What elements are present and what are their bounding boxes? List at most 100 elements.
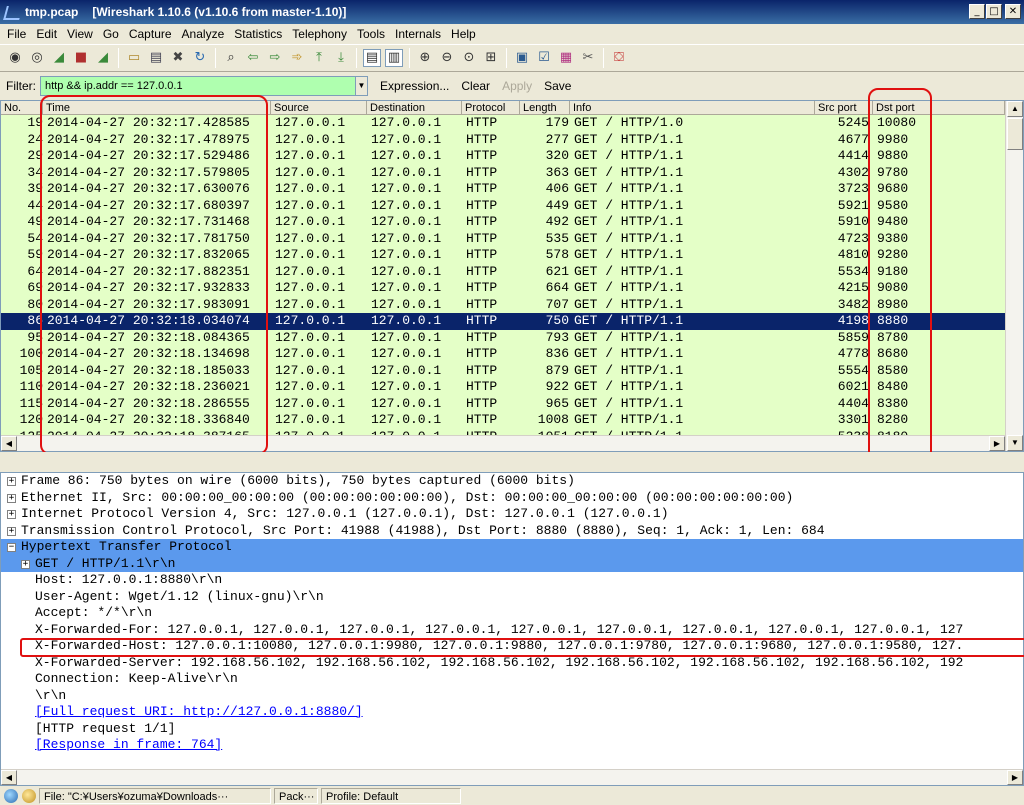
- detail-row[interactable]: + Frame 86: 750 bytes on wire (6000 bits)…: [1, 473, 1023, 490]
- scroll-down-arrow-icon[interactable]: ▼: [1007, 435, 1023, 451]
- zoom-normal-icon[interactable]: ⊙: [460, 49, 478, 67]
- save-icon[interactable]: ▤: [147, 49, 165, 67]
- zoom-in-icon[interactable]: ⊕: [416, 49, 434, 67]
- detail-link[interactable]: [Full request URI: http://127.0.0.1:8880…: [35, 704, 363, 721]
- menu-capture[interactable]: Capture: [124, 27, 177, 41]
- packet-list-hscrollbar[interactable]: ◀ ▶: [1, 435, 1005, 451]
- packet-row[interactable]: 86 2014-04-27 20:32:18.034074 127.0.0.1 127…: [1, 313, 1005, 330]
- packet-row[interactable]: 69 2014-04-27 20:32:17.932833 127.0.0.1 127…: [1, 280, 1005, 297]
- expert-info-icon[interactable]: [4, 788, 18, 803]
- detail-row[interactable]: Accept: */*\r\n: [1, 605, 1023, 622]
- collapse-icon[interactable]: −: [7, 543, 16, 552]
- minimize-button[interactable]: _: [969, 4, 985, 19]
- maximize-button[interactable]: □: [986, 4, 1002, 19]
- display-filters-icon[interactable]: ☑: [535, 49, 553, 67]
- menu-go[interactable]: Go: [98, 27, 124, 41]
- clear-button[interactable]: Clear: [455, 79, 496, 93]
- menu-internals[interactable]: Internals: [390, 27, 446, 41]
- pane-splitter[interactable]: [0, 452, 1024, 472]
- scroll-right-arrow-icon[interactable]: ▶: [1007, 770, 1023, 785]
- menu-view[interactable]: View: [62, 27, 98, 41]
- preferences-icon[interactable]: ✂: [579, 49, 597, 67]
- packet-row[interactable]: 29 2014-04-27 20:32:17.529486 127.0.0.1 127…: [1, 148, 1005, 165]
- packet-list-vscrollbar[interactable]: ▲ ▼: [1005, 101, 1023, 451]
- go-forward-icon[interactable]: ⇨: [266, 49, 284, 67]
- detail-row[interactable]: + GET / HTTP/1.1\r\n: [1, 555, 1023, 572]
- expression-button[interactable]: Expression...: [374, 79, 455, 93]
- colorize-icon[interactable]: ▤: [363, 49, 381, 67]
- coloring-rules-icon[interactable]: ▦: [557, 49, 575, 67]
- detail-row[interactable]: + Ethernet II, Src: 00:00:00_00:00:00 (00…: [1, 490, 1023, 507]
- go-last-icon[interactable]: ⤓: [332, 49, 350, 67]
- go-first-icon[interactable]: ⤒: [310, 49, 328, 67]
- packet-row[interactable]: 95 2014-04-27 20:32:18.084365 127.0.0.1 127…: [1, 329, 1005, 346]
- packet-row[interactable]: 115 2014-04-27 20:32:18.286555 127.0.0.1 12…: [1, 395, 1005, 412]
- resize-columns-icon[interactable]: ⊞: [482, 49, 500, 67]
- capture-comment-icon[interactable]: [22, 788, 36, 803]
- packet-row[interactable]: 110 2014-04-27 20:32:18.236021 127.0.0.1 12…: [1, 379, 1005, 396]
- menu-statistics[interactable]: Statistics: [229, 27, 287, 41]
- stop-capture-icon[interactable]: ■: [72, 49, 90, 67]
- reload-icon[interactable]: ↻: [191, 49, 209, 67]
- packet-row[interactable]: 54 2014-04-27 20:32:17.781750 127.0.0.1 127…: [1, 230, 1005, 247]
- display-filter-input[interactable]: [40, 76, 356, 96]
- scroll-left-arrow-icon[interactable]: ◀: [1, 770, 17, 785]
- detail-row[interactable]: + Transmission Control Protocol, Src Port…: [1, 523, 1023, 540]
- scroll-up-arrow-icon[interactable]: ▲: [1007, 101, 1023, 117]
- capture-options-icon[interactable]: ◎: [28, 49, 46, 67]
- scroll-thumb[interactable]: [1007, 118, 1023, 150]
- detail-row[interactable]: Connection: Keep-Alive\r\n: [1, 671, 1023, 688]
- interfaces-icon[interactable]: ◉: [6, 49, 24, 67]
- find-icon[interactable]: ⌕: [222, 49, 240, 67]
- status-profile[interactable]: Profile: Default: [321, 787, 461, 804]
- menu-help[interactable]: Help: [446, 27, 481, 41]
- detail-row[interactable]: X-Forwarded-Host: 127.0.0.1:10080, 127.0…: [1, 638, 1023, 655]
- go-back-icon[interactable]: ⇦: [244, 49, 262, 67]
- packet-row[interactable]: 105 2014-04-27 20:32:18.185033 127.0.0.1 12…: [1, 362, 1005, 379]
- start-capture-icon[interactable]: ◢: [50, 49, 68, 67]
- column-no[interactable]: No.: [1, 101, 43, 115]
- filter-dropdown-arrow[interactable]: ▼: [356, 76, 368, 96]
- packet-row[interactable]: 24 2014-04-27 20:32:17.478975 127.0.0.1 127…: [1, 131, 1005, 148]
- packet-row[interactable]: 39 2014-04-27 20:32:17.630076 127.0.0.1 127…: [1, 181, 1005, 198]
- packet-row[interactable]: 49 2014-04-27 20:32:17.731468 127.0.0.1 127…: [1, 214, 1005, 231]
- column-info[interactable]: Info: [570, 101, 815, 115]
- column-src-port[interactable]: Src port: [815, 101, 873, 115]
- close-file-icon[interactable]: ✖: [169, 49, 187, 67]
- menu-tools[interactable]: Tools: [352, 27, 390, 41]
- apply-button[interactable]: Apply: [496, 79, 538, 93]
- column-length[interactable]: Length: [520, 101, 570, 115]
- detail-row[interactable]: − Hypertext Transfer Protocol: [1, 539, 1023, 556]
- expand-icon[interactable]: +: [7, 526, 16, 536]
- help-icon[interactable]: ⛋: [610, 49, 628, 67]
- detail-row[interactable]: [Response in frame: 764]: [1, 737, 1023, 754]
- detail-row[interactable]: [Full request URI: http://127.0.0.1:8880…: [1, 704, 1023, 721]
- save-filter-button[interactable]: Save: [538, 79, 577, 93]
- menu-file[interactable]: File: [2, 27, 31, 41]
- column-source[interactable]: Source: [271, 101, 367, 115]
- capture-filters-icon[interactable]: ▣: [513, 49, 531, 67]
- restart-capture-icon[interactable]: ◢: [94, 49, 112, 67]
- menu-analyze[interactable]: Analyze: [177, 27, 230, 41]
- auto-scroll-icon[interactable]: ▥: [385, 49, 403, 67]
- column-protocol[interactable]: Protocol: [462, 101, 520, 115]
- column-destination[interactable]: Destination: [367, 101, 462, 115]
- scroll-left-arrow-icon[interactable]: ◀: [1, 436, 17, 451]
- go-to-packet-icon[interactable]: ➾: [288, 49, 306, 67]
- expand-icon[interactable]: +: [7, 477, 16, 486]
- packet-row[interactable]: 59 2014-04-27 20:32:17.832065 127.0.0.1 127…: [1, 247, 1005, 264]
- packet-row[interactable]: 44 2014-04-27 20:32:17.680397 127.0.0.1 127…: [1, 197, 1005, 214]
- detail-row[interactable]: X-Forwarded-Server: 192.168.56.102, 192.…: [1, 655, 1023, 672]
- packet-row[interactable]: 120 2014-04-27 20:32:18.336840 127.0.0.1 12…: [1, 412, 1005, 429]
- expand-icon[interactable]: +: [21, 559, 30, 569]
- packet-row[interactable]: 19 2014-04-27 20:32:17.428585 127.0.0.1 127…: [1, 115, 1005, 132]
- expand-icon[interactable]: +: [7, 510, 16, 519]
- detail-row[interactable]: \r\n: [1, 688, 1023, 705]
- column-time[interactable]: Time: [43, 101, 271, 115]
- packet-row[interactable]: 80 2014-04-27 20:32:17.983091 127.0.0.1 127…: [1, 296, 1005, 313]
- menu-edit[interactable]: Edit: [31, 27, 62, 41]
- detail-link[interactable]: [Response in frame: 764]: [35, 737, 222, 754]
- detail-row[interactable]: [HTTP request 1/1]: [1, 721, 1023, 738]
- packet-row[interactable]: 64 2014-04-27 20:32:17.882351 127.0.0.1 127…: [1, 263, 1005, 280]
- detail-row[interactable]: X-Forwarded-For: 127.0.0.1, 127.0.0.1, 1…: [1, 622, 1023, 639]
